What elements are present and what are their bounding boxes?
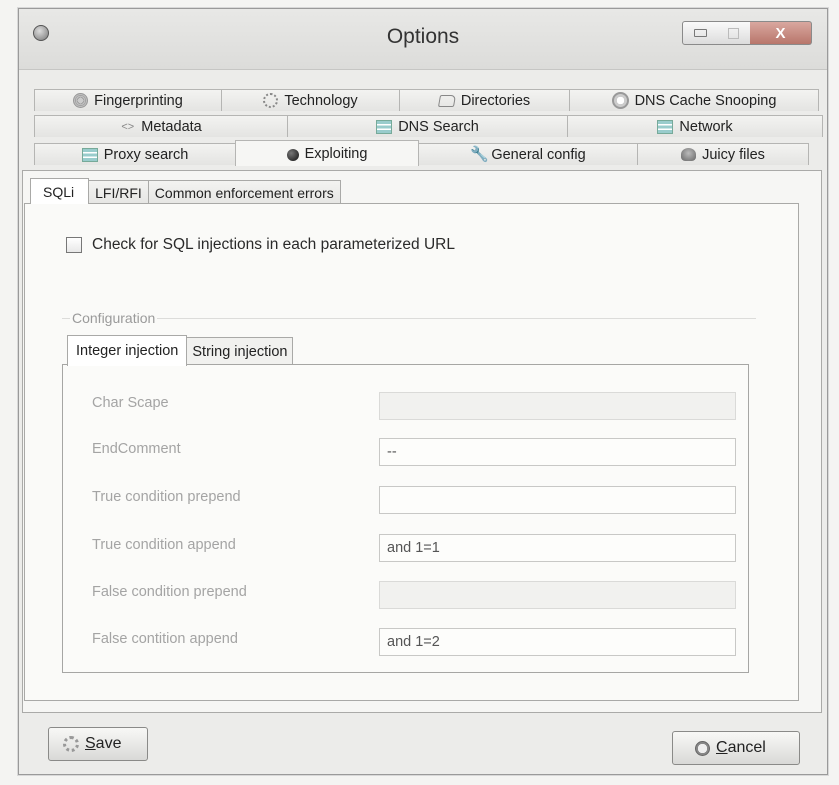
tab-string-injection[interactable]: String injection — [186, 337, 294, 365]
close-button[interactable]: X — [750, 21, 812, 45]
false-condition-append-field[interactable]: and 1=2 — [379, 628, 736, 656]
tab-directories[interactable]: Directories — [399, 89, 570, 111]
save-button[interactable]: Save — [48, 727, 148, 761]
cancel-icon — [695, 740, 710, 756]
folder-icon — [437, 94, 456, 107]
tab-dns-search[interactable]: DNS Search — [287, 115, 568, 137]
tab-network[interactable]: Network — [567, 115, 823, 137]
cancel-button-label: Cancel — [716, 739, 766, 757]
sqli-checkbox-label[interactable]: Check for SQL injections in each paramet… — [92, 236, 455, 254]
cancel-button[interactable]: Cancel — [672, 731, 800, 765]
configuration-group-border — [62, 318, 756, 319]
tab-label: Proxy search — [103, 146, 189, 163]
minimize-icon — [693, 29, 707, 37]
tab-label: DNS Cache Snooping — [634, 92, 777, 109]
tab-dns-cache-snooping[interactable]: DNS Cache Snooping — [569, 89, 819, 111]
tab-row-1: Fingerprinting Technology Directories DN… — [34, 89, 819, 111]
true-condition-prepend-field[interactable] — [379, 486, 736, 514]
true-condition-append-field[interactable]: and 1=1 — [379, 534, 736, 562]
tab-label: General config — [491, 146, 586, 163]
fingerprint-icon — [73, 93, 89, 108]
injection-tabs: Integer injection String injection — [67, 335, 294, 366]
maximize-button[interactable] — [717, 21, 751, 45]
bomb-icon — [286, 148, 299, 161]
gear-icon — [263, 93, 279, 108]
save-label-rest: ave — [95, 735, 122, 752]
network-tree-icon — [376, 119, 393, 134]
tab-label: Directories — [460, 92, 531, 109]
false-condition-prepend-field[interactable] — [379, 581, 736, 609]
char-scape-field[interactable] — [379, 392, 736, 420]
tab-label: Exploiting — [304, 145, 368, 162]
minimize-button[interactable] — [682, 21, 718, 45]
tab-metadata[interactable]: <> Metadata — [34, 115, 288, 137]
tab-label: Technology — [284, 92, 358, 109]
wrench-icon: 🔧 — [470, 146, 490, 163]
gear-icon — [63, 736, 79, 752]
tab-label: Fingerprinting — [94, 92, 183, 109]
true-condition-prepend-label: True condition prepend — [92, 489, 241, 505]
tab-fingerprinting[interactable]: Fingerprinting — [34, 89, 222, 111]
tab-technology[interactable]: Technology — [221, 89, 400, 111]
tab-proxy-search[interactable]: Proxy search — [34, 143, 236, 165]
network-tree-icon — [81, 147, 98, 162]
tab-label: Metadata — [141, 118, 202, 135]
false-condition-prepend-label: False condition prepend — [92, 584, 247, 600]
tab-row-3: Proxy search Exploiting 🔧 General config… — [34, 140, 809, 166]
end-comment-field[interactable]: -- — [379, 438, 736, 466]
char-scape-label: Char Scape — [92, 395, 169, 411]
tab-common-enforcement-errors[interactable]: Common enforcement errors — [147, 180, 341, 204]
exploiting-subtabs: SQLi LFI/RFI Common enforcement errors — [30, 178, 341, 204]
save-button-label: Save — [85, 735, 121, 753]
tree-icon — [681, 148, 697, 161]
true-condition-append-label: True condition append — [92, 537, 236, 553]
globe-icon — [611, 92, 629, 109]
cancel-label-rest: ancel — [727, 739, 766, 756]
end-comment-label: EndComment — [92, 441, 181, 457]
tab-label: Network — [679, 118, 733, 135]
tab-label: DNS Search — [398, 118, 479, 135]
network-icon — [657, 119, 674, 134]
tab-lfi-rfi[interactable]: LFI/RFI — [88, 180, 149, 204]
metadata-icon: <> — [121, 120, 135, 133]
tab-sqli[interactable]: SQLi — [30, 178, 90, 204]
cancel-hotkey: C — [716, 739, 728, 756]
sqli-check-row[interactable]: Check for SQL injections in each paramet… — [66, 236, 455, 254]
tab-row-2: <> Metadata DNS Search Network — [34, 115, 823, 137]
tab-general-config[interactable]: 🔧 General config — [418, 143, 638, 165]
sqli-checkbox[interactable] — [66, 237, 82, 253]
maximize-icon — [728, 27, 739, 39]
configuration-group-label: Configuration — [70, 310, 158, 326]
save-hotkey: S — [85, 735, 96, 752]
tab-integer-injection[interactable]: Integer injection — [67, 335, 188, 366]
tab-label: Juicy files — [702, 146, 765, 163]
tab-juicy-files[interactable]: Juicy files — [637, 143, 809, 165]
tab-exploiting[interactable]: Exploiting — [235, 140, 419, 166]
title-bar[interactable]: Options X — [19, 9, 827, 70]
close-icon: X — [775, 24, 786, 42]
false-condition-append-label: False contition append — [92, 631, 238, 647]
